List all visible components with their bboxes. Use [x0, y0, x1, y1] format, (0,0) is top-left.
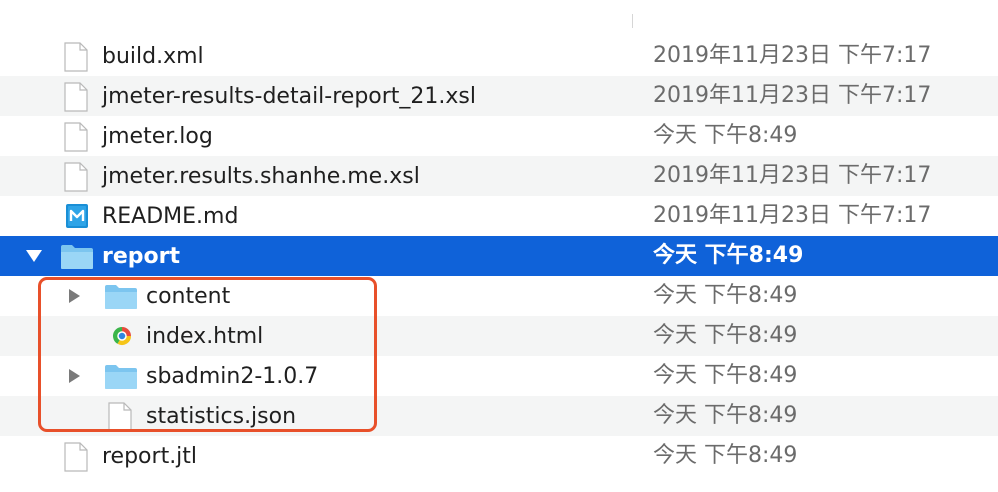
date-modified: 2019年11月23日 下午7:17	[653, 83, 932, 108]
date-modified: 2019年11月23日 下午7:17	[653, 203, 932, 228]
file-row-report-jtl[interactable]: report.jtl 今天 下午8:49	[0, 436, 998, 476]
file-row-jmeter-results-detail-report[interactable]: jmeter-results-detail-report_21.xsl 2019…	[0, 76, 998, 116]
date-modified: 今天 下午8:49	[653, 243, 804, 268]
file-row-jmeter-results-shanhe-xsl[interactable]: jmeter.results.shanhe.me.xsl 2019年11月23日…	[0, 156, 998, 196]
date-modified: 2019年11月23日 下午7:17	[653, 43, 932, 68]
date-modified: 今天 下午8:49	[653, 443, 798, 468]
file-name: jmeter.results.shanhe.me.xsl	[102, 163, 420, 189]
date-modified: 2019年11月23日 下午7:17	[653, 163, 932, 188]
date-modified: 今天 下午8:49	[653, 283, 798, 308]
file-name: jmeter.log	[102, 123, 213, 149]
document-icon	[64, 42, 88, 72]
date-modified: 今天 下午8:49	[653, 323, 798, 348]
disclosure-triangle-expanded-icon[interactable]	[26, 250, 42, 262]
file-name: report	[102, 243, 180, 269]
file-row-readme-md[interactable]: README.md 2019年11月23日 下午7:17	[0, 196, 998, 236]
column-header-strip	[0, 0, 998, 34]
document-icon	[64, 442, 88, 472]
file-row-jmeter-log[interactable]: jmeter.log 今天 下午8:49	[0, 116, 998, 156]
file-row-report-folder[interactable]: report 今天 下午8:49	[0, 236, 998, 276]
document-icon	[64, 82, 88, 112]
file-name: build.xml	[102, 43, 204, 69]
markdown-icon	[66, 204, 88, 228]
column-divider[interactable]	[632, 14, 633, 28]
file-name: jmeter-results-detail-report_21.xsl	[102, 83, 476, 109]
date-modified: 今天 下午8:49	[653, 403, 798, 428]
file-name: README.md	[102, 203, 239, 229]
date-modified: 今天 下午8:49	[653, 363, 798, 388]
annotation-highlight-box	[38, 277, 377, 432]
date-modified: 今天 下午8:49	[653, 123, 798, 148]
document-icon	[64, 162, 88, 192]
file-row-build-xml[interactable]: build.xml 2019年11月23日 下午7:17	[0, 36, 998, 76]
file-name: report.jtl	[102, 443, 198, 469]
document-icon	[64, 122, 88, 152]
folder-icon	[60, 243, 94, 270]
